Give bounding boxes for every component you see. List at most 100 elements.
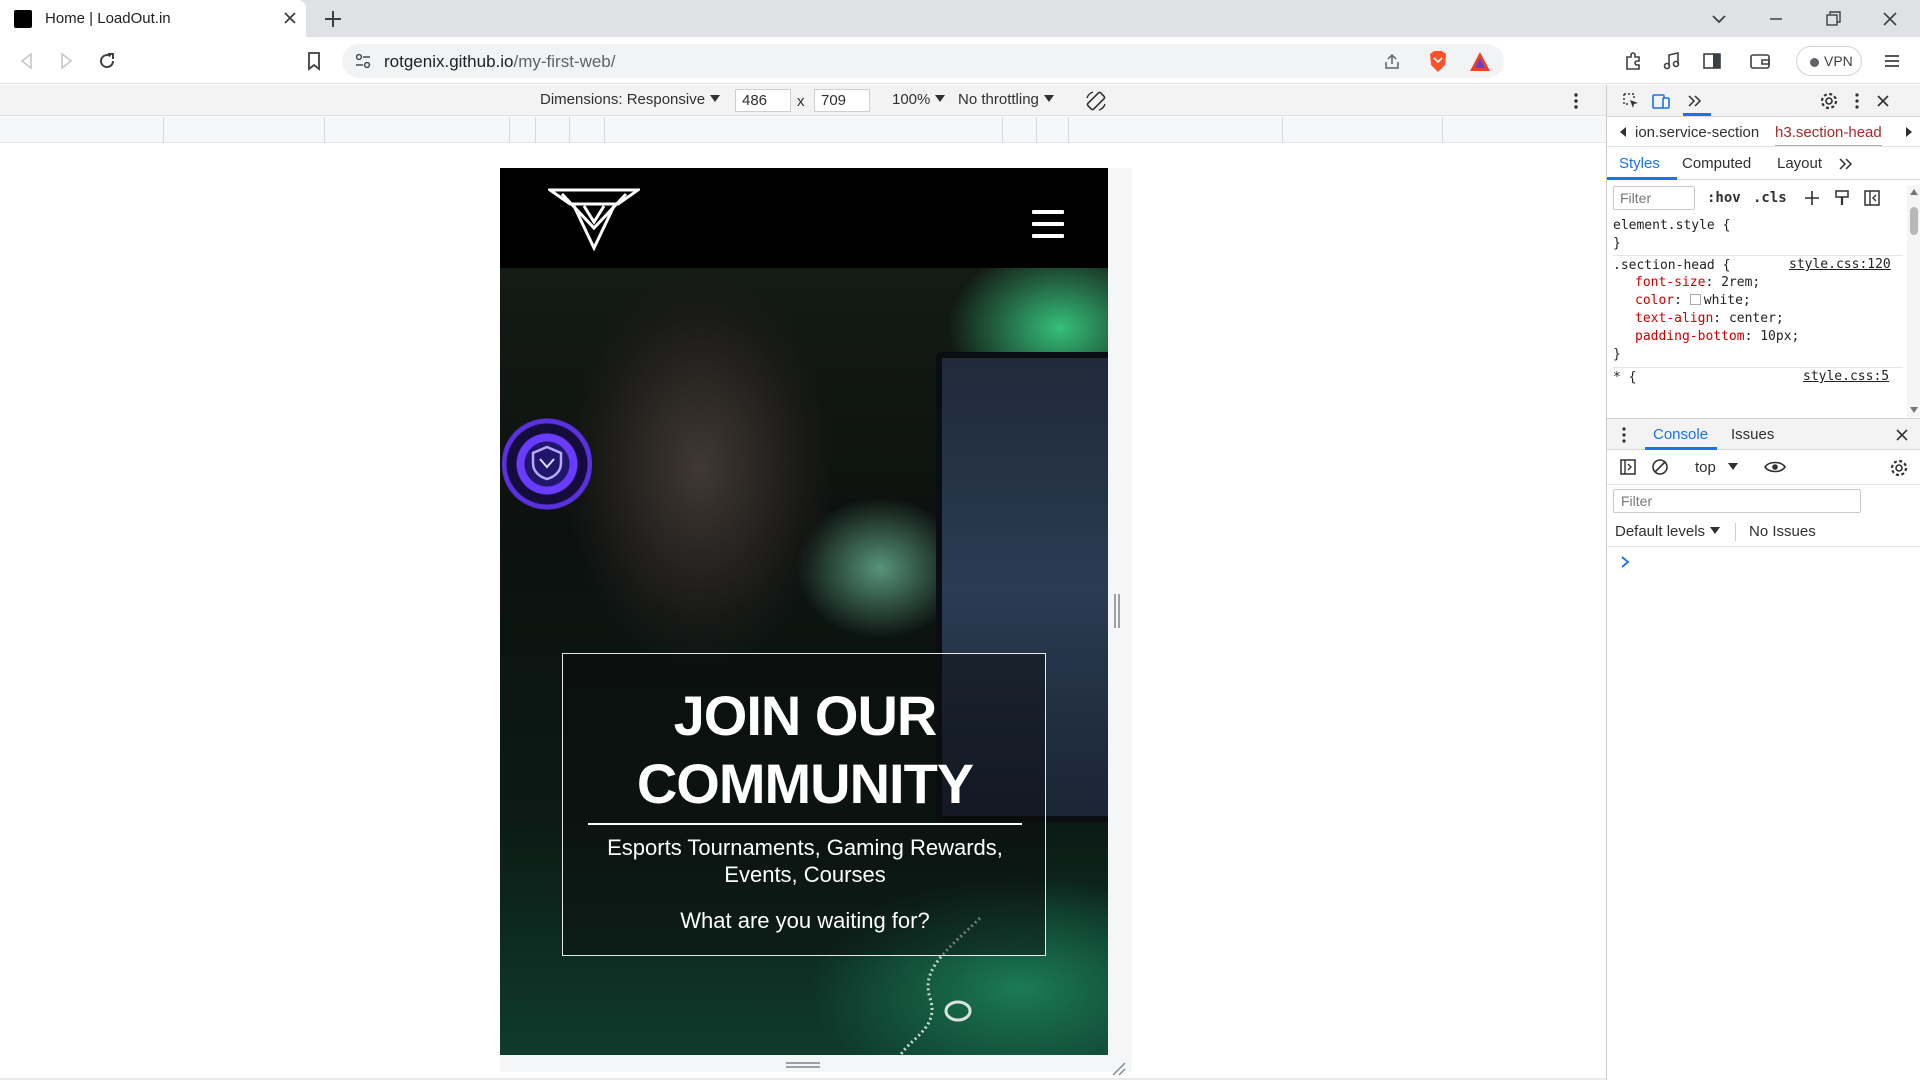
vpn-button[interactable]: VPN — [1796, 46, 1862, 76]
toolbar-separator — [1735, 523, 1736, 541]
devtools-more-options-icon[interactable] — [1847, 91, 1867, 111]
css-value: 10px; — [1760, 329, 1800, 344]
close-drawer-icon[interactable] — [1895, 428, 1909, 442]
restore-icon[interactable] — [1820, 6, 1846, 32]
styles-filter-input[interactable]: Filter — [1613, 186, 1695, 210]
issues-status[interactable]: No Issues — [1749, 523, 1816, 540]
viewport-corner-resize-icon[interactable] — [1110, 1060, 1126, 1076]
breadcrumb-item-selected[interactable]: h3.section-head — [1775, 124, 1882, 146]
console-filter-input[interactable]: Filter — [1613, 489, 1861, 513]
tab-console[interactable]: Console — [1653, 426, 1708, 443]
console-settings-gear-icon[interactable] — [1889, 458, 1909, 478]
breadcrumb-left-arrow-icon[interactable] — [1619, 127, 1627, 137]
rule-close: } — [1613, 347, 1621, 362]
reload-icon[interactable] — [95, 49, 119, 73]
more-tabs-chevron-icon[interactable] — [1685, 91, 1705, 111]
new-tab-icon[interactable] — [322, 8, 344, 30]
wallet-icon[interactable] — [1748, 49, 1772, 73]
share-icon[interactable] — [1382, 52, 1402, 72]
styles-toolbar: Filter :hov .cls — [1607, 180, 1920, 214]
css-declaration[interactable]: text-align: center; — [1635, 310, 1784, 328]
element-style-close: } — [1613, 236, 1621, 251]
element-style-selector[interactable]: element.style { — [1613, 217, 1730, 235]
scroll-down-arrow-icon[interactable] — [1910, 407, 1918, 413]
rule-source-link[interactable]: style.css:120 — [1789, 256, 1891, 274]
ruler-tick — [535, 117, 536, 143]
close-window-icon[interactable] — [1877, 6, 1903, 32]
brave-rewards-icon[interactable] — [1469, 51, 1491, 72]
css-declaration[interactable]: padding-bottom: 10px; — [1635, 328, 1799, 346]
dimension-separator: x — [797, 93, 805, 110]
extensions-icon[interactable] — [1621, 49, 1645, 73]
new-style-rule-icon[interactable] — [1803, 189, 1821, 207]
tab-search-chevron-icon[interactable] — [1706, 6, 1732, 32]
tab-styles[interactable]: Styles — [1619, 155, 1660, 172]
minimize-icon[interactable] — [1763, 6, 1789, 32]
next-rule-source-link[interactable]: style.css:5 — [1803, 368, 1889, 386]
close-devtools-icon[interactable] — [1873, 91, 1893, 111]
caret-down-icon — [1043, 95, 1054, 102]
bookmark-icon[interactable] — [302, 49, 326, 73]
tab-layout[interactable]: Layout — [1777, 155, 1822, 172]
more-options-icon[interactable] — [1566, 90, 1586, 112]
settings-gear-icon[interactable] — [1819, 91, 1839, 111]
menu-icon[interactable] — [1880, 49, 1904, 73]
color-swatch-icon[interactable] — [1689, 294, 1701, 305]
live-expression-eye-icon[interactable] — [1763, 459, 1787, 475]
drawer-menu-icon[interactable] — [1621, 426, 1627, 444]
paint-brush-icon[interactable] — [1833, 189, 1851, 207]
section-subtitle: Esports Tournaments, Gaming Rewards, Eve… — [607, 835, 1003, 887]
back-icon[interactable] — [15, 49, 39, 73]
loadout-logo-icon[interactable] — [548, 188, 640, 252]
site-info-icon[interactable] — [354, 53, 372, 69]
console-prompt-chevron-icon[interactable] — [1619, 555, 1631, 569]
ruler-tick — [1442, 117, 1443, 143]
media-query-ruler[interactable] — [0, 117, 1606, 143]
sidebar-icon[interactable] — [1700, 49, 1724, 73]
inspect-element-icon[interactable] — [1621, 91, 1641, 111]
class-toggle[interactable]: .cls — [1753, 190, 1787, 206]
url-text: rotgenix.github.io/my-first-web/ — [384, 52, 615, 72]
css-property: color — [1635, 293, 1675, 308]
active-tab-indicator — [1683, 113, 1711, 116]
throttling-dropdown[interactable]: No throttling — [958, 91, 1054, 108]
clear-console-icon[interactable] — [1651, 458, 1669, 476]
toggle-sidebar-icon[interactable] — [1863, 189, 1881, 207]
hover-state-toggle[interactable]: :hov — [1707, 190, 1741, 206]
log-levels-dropdown[interactable]: Default levels — [1615, 523, 1721, 540]
viewport-width-resize-handle[interactable] — [1114, 594, 1120, 628]
vpn-label: VPN — [1824, 53, 1853, 69]
viewport-height-resize-handle[interactable] — [786, 1062, 820, 1068]
css-declaration[interactable]: font-size: 2rem; — [1635, 274, 1760, 292]
caret-down-icon — [1710, 527, 1721, 534]
breadcrumb-item[interactable]: ion.service-section — [1635, 124, 1759, 141]
more-panel-tabs-icon[interactable] — [1837, 156, 1855, 172]
brave-shields-icon[interactable] — [1427, 50, 1449, 74]
dom-breadcrumb: ion.service-section h3.section-head — [1607, 117, 1920, 147]
css-rules-pane: element.style { } .section-head { style.… — [1607, 215, 1907, 415]
height-input[interactable]: 709 — [814, 89, 870, 112]
browser-tab[interactable]: Home | LoadOut.in — [0, 0, 306, 37]
dimensions-dropdown[interactable]: Dimensions: Responsive — [540, 91, 721, 108]
styles-scrollbar[interactable] — [1907, 185, 1920, 417]
rotate-icon[interactable] — [1084, 89, 1108, 113]
css-value: white; — [1703, 293, 1751, 308]
tab-computed[interactable]: Computed — [1682, 155, 1751, 172]
context-selector[interactable]: top — [1695, 459, 1738, 476]
device-toolbar-toggle-icon[interactable] — [1651, 91, 1671, 111]
address-bar[interactable]: rotgenix.github.io/my-first-web/ — [342, 44, 1504, 78]
width-input[interactable]: 486 — [735, 89, 791, 112]
css-declaration[interactable]: color: white; — [1635, 292, 1751, 310]
media-icon[interactable] — [1660, 49, 1684, 73]
zoom-dropdown[interactable]: 100% — [892, 91, 946, 108]
css-property: text-align — [1635, 311, 1714, 326]
console-sidebar-icon[interactable] — [1619, 458, 1637, 476]
hamburger-menu-icon[interactable] — [1032, 210, 1064, 238]
scrollbar-thumb[interactable] — [1910, 207, 1918, 235]
scroll-up-arrow-icon[interactable] — [1910, 189, 1918, 195]
tab-issues[interactable]: Issues — [1731, 426, 1774, 443]
tab-close-icon[interactable] — [282, 10, 298, 26]
caret-down-icon — [710, 95, 721, 102]
forward-icon[interactable] — [54, 49, 78, 73]
breadcrumb-right-arrow-icon[interactable] — [1905, 127, 1913, 137]
